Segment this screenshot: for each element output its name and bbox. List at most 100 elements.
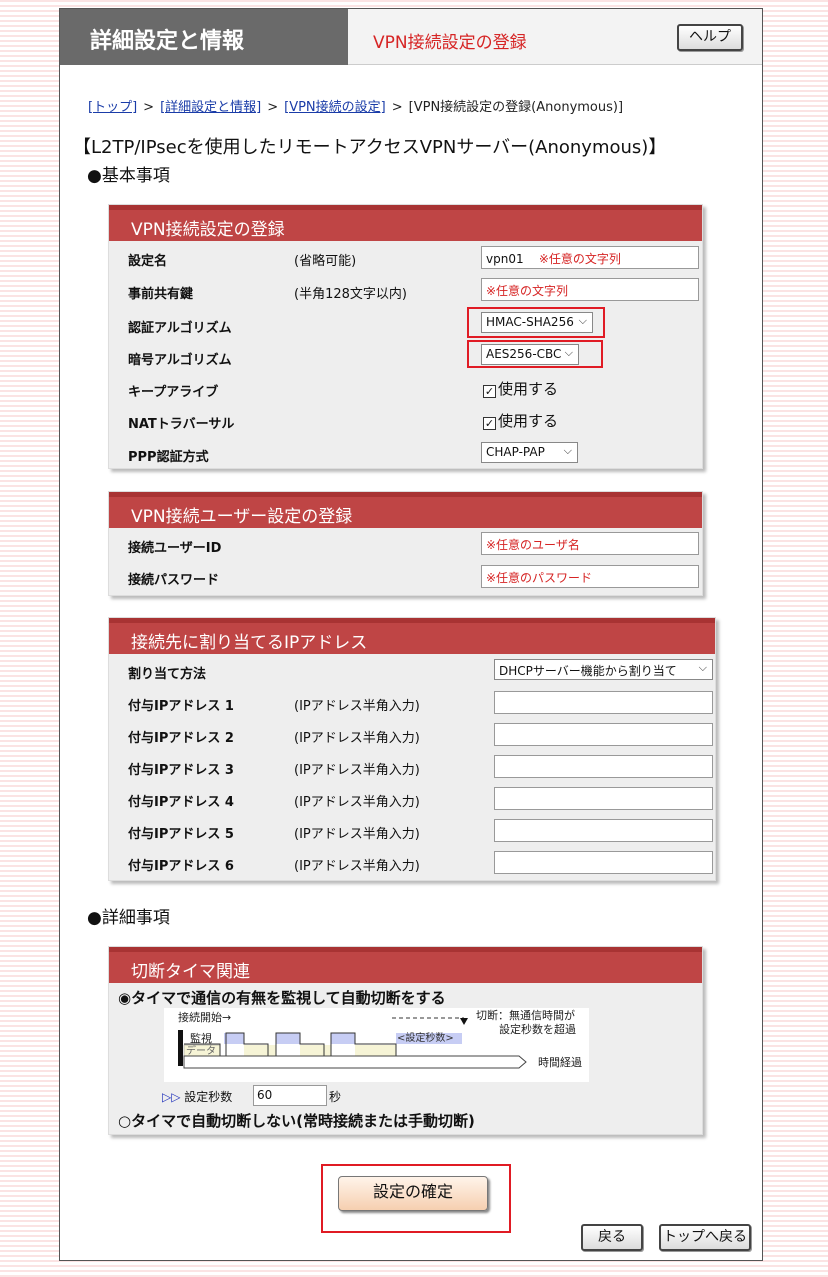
nat-traversal-checkbox[interactable]: ✓ 使用する: [483, 410, 558, 431]
diagram-data-label: データ: [186, 1044, 216, 1057]
ip-assign-body: 割り当て方法 DHCPサーバー機能から割り当て ⌵ 付与IPアドレス 1 (IPア…: [109, 654, 715, 880]
confirm-button[interactable]: 設定の確定: [338, 1176, 488, 1211]
diagram-start-label: 接続開始→: [178, 1010, 231, 1024]
ppp-auth-label: PPP認証方式: [128, 450, 209, 465]
radio-timer-none-label: タイマで自動切断しない(常時接続または手動切断): [131, 1112, 475, 1130]
password-input[interactable]: ※任意のパスワード: [481, 565, 699, 588]
ip-address-6-input[interactable]: [494, 851, 713, 874]
ip-address-label: 付与IPアドレス 1: [128, 699, 234, 714]
ppp-auth-select[interactable]: CHAP-PAP ⌵: [481, 442, 578, 463]
keepalive-label: キープアライブ: [128, 385, 219, 400]
ppp-auth-value: CHAP-PAP: [486, 445, 545, 459]
checkbox-checked-icon: ✓: [483, 385, 496, 398]
auth-algorithm-label: 認証アルゴリズム: [128, 321, 232, 336]
ip-address-2-input[interactable]: [494, 723, 713, 746]
ip-address-3-input[interactable]: [494, 755, 713, 778]
ip-address-4-input[interactable]: [494, 787, 713, 810]
auth-algorithm-select[interactable]: HMAC-SHA256 ⌵: [481, 312, 593, 333]
vpn-settings-title: VPN接続設定の登録: [109, 205, 702, 241]
breadcrumb-details-link[interactable]: [詳細設定と情報]: [160, 100, 261, 115]
password-label: 接続パスワード: [128, 573, 220, 588]
chevron-down-icon: ⌵: [698, 661, 707, 674]
diagram-time-arrow: [183, 1055, 527, 1069]
user-settings-title: VPN接続ユーザー設定の登録: [109, 492, 702, 528]
vpn-settings-body: 設定名 (省略可能) vpn01 ※任意の文字列 事前共有鍵 (半角128文字以…: [109, 241, 702, 468]
diagram-cut-label-1: 切断：無通信時間が: [476, 1008, 575, 1022]
diagram-monitor-label: 監視: [190, 1031, 212, 1045]
radio-timer-none[interactable]: ○タイマで自動切断しない(常時接続または手動切断): [118, 1110, 475, 1131]
seconds-row: ▷▷ 設定秒数: [162, 1088, 232, 1105]
assign-method-label: 割り当て方法: [128, 667, 207, 682]
diagram-monitor-block: [224, 1033, 244, 1044]
ip-address-1-input[interactable]: [494, 691, 713, 714]
user-id-label: 接続ユーザーID: [128, 541, 222, 556]
header-title: 詳細設定と情報: [60, 9, 348, 65]
diagram-setting-seconds: <設定秒数>: [397, 1031, 454, 1044]
ip-address-note: (IPアドレス半角入力): [294, 827, 420, 842]
double-arrow-icon: ▷▷: [162, 1090, 181, 1104]
back-to-top-button[interactable]: トップへ戻る: [659, 1224, 751, 1251]
user-id-input[interactable]: ※任意のユーザ名: [481, 532, 699, 555]
ip-address-label: 付与IPアドレス 5: [128, 827, 234, 842]
ip-address-note: (IPアドレス半角入力): [294, 859, 420, 874]
user-settings-body: 接続ユーザーID ※任意のユーザ名 接続パスワード ※任意のパスワード: [109, 528, 702, 595]
setting-name-hint: ※任意の文字列: [538, 252, 621, 266]
help-button[interactable]: ヘルプ: [677, 24, 743, 51]
enc-algorithm-value: AES256-CBC: [486, 347, 562, 361]
setting-name-note: (省略可能): [294, 254, 357, 269]
setting-name-value: vpn01: [486, 252, 524, 266]
setting-name-label: 設定名: [128, 254, 168, 269]
radio-unselected-icon: ○: [118, 1112, 132, 1130]
diagram-cut-label-2: 設定秒数を超過: [499, 1022, 576, 1036]
keepalive-checkbox[interactable]: ✓ 使用する: [483, 378, 558, 399]
nat-traversal-option: 使用する: [498, 412, 559, 430]
main-frame: 詳細設定と情報 VPN接続設定の登録 ヘルプ [トップ] > [詳細設定と情報] >[…: [59, 8, 763, 1261]
back-button[interactable]: 戻る: [581, 1224, 643, 1251]
ip-address-note: (IPアドレス半角入力): [294, 699, 420, 714]
diagram-start-bar: [178, 1030, 183, 1066]
timer-diagram: 接続開始→ 監視 データ <設定秒数> 切断：無通信時間が 設定秒数を超過 時間…: [164, 1008, 589, 1082]
diagram-data-block: [300, 1045, 331, 1056]
seconds-unit: 秒: [329, 1090, 342, 1104]
diagram-monitor-block: [276, 1033, 300, 1044]
user-id-hint: ※任意のユーザ名: [486, 538, 580, 552]
breadcrumb-top-link[interactable]: [トップ]: [88, 100, 137, 115]
ip-assign-panel: 接続先に割り当てるIPアドレス 割り当て方法 DHCPサーバー機能から割り当て ⌵…: [108, 617, 716, 881]
nat-traversal-label: NATトラバーサル: [128, 417, 235, 432]
chevron-down-icon: ⌵: [578, 314, 587, 327]
ip-address-label: 付与IPアドレス 6: [128, 859, 234, 874]
header-subtitle: VPN接続設定の登録: [373, 33, 527, 53]
vpn-settings-panel: VPN接続設定の登録 設定名 (省略可能) vpn01 ※任意の文字列 事前共有…: [108, 204, 703, 469]
ip-address-note: (IPアドレス半角入力): [294, 795, 420, 810]
chevron-down-icon: ⌵: [563, 444, 572, 457]
ip-address-5-input[interactable]: [494, 819, 713, 842]
ip-address-label: 付与IPアドレス 2: [128, 731, 234, 746]
breadcrumb-separator: >: [143, 100, 155, 115]
ip-address-note: (IPアドレス半角入力): [294, 763, 420, 778]
enc-algorithm-select[interactable]: AES256-CBC ⌵: [481, 344, 579, 365]
auth-algorithm-value: HMAC-SHA256: [486, 315, 574, 329]
checkbox-checked-icon: ✓: [483, 417, 496, 430]
keepalive-option: 使用する: [498, 380, 559, 398]
page-header: 詳細設定と情報 VPN接続設定の登録 ヘルプ: [60, 9, 762, 65]
breadcrumb-vpn-link[interactable]: [VPN接続の設定]: [284, 100, 386, 115]
enc-algorithm-label: 暗号アルゴリズム: [128, 353, 232, 368]
seconds-input[interactable]: 60: [253, 1085, 327, 1106]
radio-selected-icon: ◉: [118, 989, 132, 1007]
ip-address-label: 付与IPアドレス 4: [128, 795, 234, 810]
page-heading: 【L2TP/IPsecを使用したリモートアクセスVPNサーバー(Anonymou…: [73, 137, 667, 158]
diagram-time-label: 時間経過: [538, 1056, 582, 1069]
user-settings-panel: VPN接続ユーザー設定の登録 接続ユーザーID ※任意のユーザ名 接続パスワード…: [108, 491, 703, 596]
psk-input[interactable]: ※任意の文字列: [481, 278, 699, 301]
assign-method-select[interactable]: DHCPサーバー機能から割り当て ⌵: [494, 659, 713, 680]
setting-name-input[interactable]: vpn01 ※任意の文字列: [481, 246, 699, 269]
radio-timer-monitor[interactable]: ◉タイマで通信の有無を監視して自動切断をする: [118, 987, 446, 1008]
diagram-monitor-block: [331, 1033, 355, 1044]
ip-assign-title: 接続先に割り当てるIPアドレス: [109, 618, 715, 654]
timer-body: ◉タイマで通信の有無を監視して自動切断をする 接続開始→ 監視 データ <設定秒…: [109, 983, 702, 1134]
breadcrumb: [トップ] > [詳細設定と情報] > [VPN接続の設定] > [VPN接続設定の登録(A…: [88, 96, 623, 115]
seconds-label: 設定秒数: [184, 1090, 233, 1104]
diagram-data-block: [244, 1045, 276, 1056]
ip-address-label: 付与IPアドレス 3: [128, 763, 234, 778]
diagram-data-block: [355, 1045, 396, 1056]
